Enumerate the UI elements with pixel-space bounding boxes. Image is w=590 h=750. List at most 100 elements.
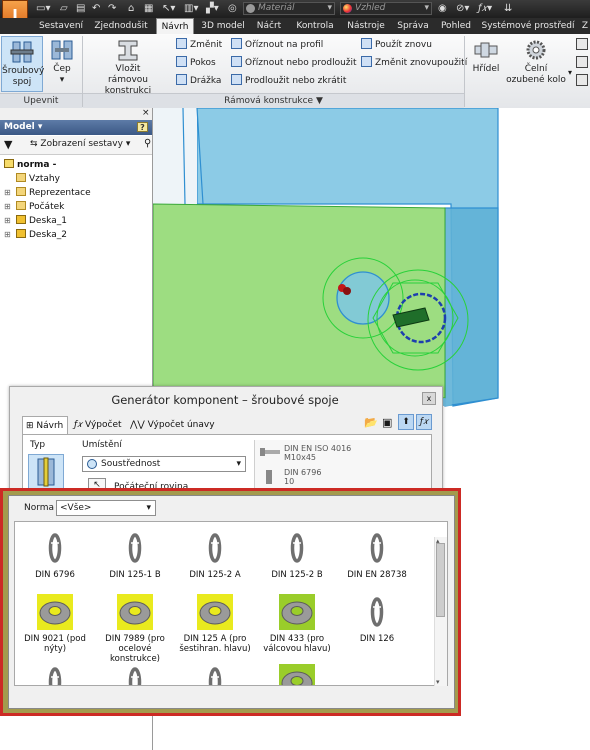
notch-button[interactable]: Drážka (176, 74, 221, 88)
washer-option[interactable]: DIN 125-2 B (257, 530, 337, 580)
assembly-view-dropdown[interactable]: ⇆ Zobrazení sestavy ▾ (30, 139, 130, 149)
shaft-button[interactable]: Hřídel (468, 38, 504, 90)
open-file-icon[interactable]: ▱ (60, 2, 68, 15)
undo-icon[interactable]: ↶ (92, 2, 100, 15)
placement-select[interactable]: Soustřednost ▾ (82, 456, 246, 472)
search-icon[interactable]: ⚲ (144, 138, 151, 149)
type-through-button[interactable] (28, 454, 64, 490)
tree-node[interactable]: ⊞ Počátek (4, 200, 150, 214)
update-icon[interactable]: ▦ (144, 2, 153, 15)
tab-sestaveni[interactable]: Sestavení (36, 18, 86, 34)
washer-option[interactable]: DIN 433 (pro válcovou hlavu) (257, 594, 337, 654)
color-override-icon[interactable]: ◉ (438, 2, 447, 15)
clear-override-icon[interactable]: ⊘▾ (456, 2, 469, 15)
tab-nacrt[interactable]: Náčrt (252, 18, 286, 34)
change-button[interactable]: Změnit (176, 38, 222, 52)
customize-quick-access-icon[interactable]: ⇊ (504, 2, 512, 15)
formula-icon[interactable]: ƒ𝑥 (416, 414, 432, 430)
tab-systemove-prostredi[interactable]: Systémové prostředí (480, 18, 576, 34)
new-file-icon[interactable]: ▭▾ (36, 2, 50, 15)
browser-close-icon[interactable]: × (142, 108, 150, 118)
washer-option[interactable]: DIN 126 (337, 594, 417, 644)
redo-icon[interactable]: ↷ (108, 2, 116, 15)
washer-option[interactable]: DIN 125-2 A (175, 530, 255, 580)
grip-point[interactable] (343, 287, 351, 295)
washer-option[interactable] (257, 664, 337, 685)
material-combo[interactable]: Materiál ▾ (243, 2, 335, 15)
bolted-connection-button[interactable]: Šroubový spoj (1, 36, 44, 92)
browser-header[interactable]: Model ▾ ? (0, 120, 152, 135)
spring-icon[interactable] (576, 56, 588, 68)
washer-option[interactable]: DIN 125 A (pro šestihran. hlavu) (175, 594, 255, 654)
color-icon[interactable]: ◎ (228, 2, 237, 15)
scroll-down-icon[interactable]: ▾ (436, 678, 440, 686)
parameters-icon[interactable]: ƒ𝑥▾ (478, 2, 492, 15)
tree-node[interactable]: ⊞ Deska_1 (4, 214, 150, 228)
reuse-label: Použít znovu (375, 40, 432, 50)
component-washer[interactable]: DIN 6796 10 (284, 468, 321, 486)
measure-icon[interactable]: ▥▾ (184, 2, 198, 15)
tab-zjednodusit[interactable]: Zjednodušit (90, 18, 152, 34)
model-tree: norma - Vztahy ⊞ Reprezentace ⊞ Počátek ⊞ Deska… (4, 158, 150, 242)
scrollbar-thumb[interactable] (436, 543, 445, 617)
save-template-icon[interactable]: ▣ (382, 416, 392, 429)
spur-gear-dropdown-icon[interactable]: ▾ (568, 68, 572, 77)
tab-nastroje[interactable]: Nástroje (344, 18, 388, 34)
washer-thumbnail-icon (117, 594, 153, 630)
washer-option[interactable]: DIN 7989 (pro ocelové konstrukce) (95, 594, 175, 664)
open-folder-icon[interactable]: 📂 (364, 416, 378, 429)
tab-calculation[interactable]: ƒ𝑥 Výpočet (74, 416, 128, 434)
tab-pohled[interactable]: Pohled (438, 18, 474, 34)
tree-node[interactable]: norma - (4, 158, 150, 172)
tree-node[interactable]: ⊞ Reprezentace (4, 186, 150, 200)
tab-design[interactable]: ⊞ Návrh (22, 416, 68, 434)
help-icon[interactable]: ? (137, 122, 148, 132)
insert-frame-button[interactable]: Vložit rámovou konstrukci (86, 38, 170, 96)
trim-extend-button[interactable]: Oříznout nebo prodloužit (231, 56, 357, 70)
dialog-title: Generátor komponent – šroubové spoje (111, 393, 339, 407)
expand-icon[interactable]: ⊞ (4, 228, 11, 242)
trim-to-frame-button[interactable]: Oříznout na profil (231, 38, 323, 52)
washer-option[interactable] (175, 664, 255, 685)
tab-sprava[interactable]: Správa (392, 18, 434, 34)
washer-option[interactable]: DIN EN 28738 (337, 530, 417, 580)
grid-scrollbar[interactable]: ▴ ▾ (434, 537, 447, 686)
miter-button[interactable]: Pokos (176, 56, 216, 70)
tab-3d-model[interactable]: 3D model (198, 18, 248, 34)
washer-option[interactable]: DIN 125-1 B (95, 530, 175, 580)
select-icon[interactable]: ↖▾ (162, 2, 175, 15)
home-icon[interactable]: ⌂ (128, 2, 134, 15)
bearing-icon[interactable] (576, 38, 588, 50)
change-icon (176, 38, 187, 49)
change-reuse-button[interactable]: Změnit znovupoužití (361, 56, 467, 70)
tree-node[interactable]: Vztahy (4, 172, 150, 186)
appearance-combo[interactable]: Vzhled ▾ (340, 2, 432, 15)
washer-option[interactable] (95, 664, 175, 685)
dialog-close-button[interactable]: x (422, 392, 436, 405)
filter-icon[interactable]: ▼ (4, 138, 12, 151)
reuse-button[interactable]: Použít znovu (361, 38, 432, 52)
workplane-icon[interactable]: ▞▾ (206, 2, 219, 15)
tab-fatigue[interactable]: ⋀⋁ Výpočet únavy materiálu (130, 416, 250, 448)
washer-option[interactable] (15, 664, 95, 685)
norm-select[interactable]: <Vše> ▾ (56, 500, 156, 516)
tab-overflow[interactable]: Z (580, 18, 590, 34)
key-connection-icon[interactable] (576, 74, 588, 86)
dropdown-arrow-icon: ▾ (327, 3, 332, 13)
panel-label-frame[interactable]: Rámová konstrukce ▼ (83, 93, 464, 108)
washer-option[interactable]: DIN 6796 (15, 530, 95, 580)
expand-icon[interactable]: ⊞ (4, 214, 11, 228)
pin-dropdown-icon: ▾ (59, 75, 65, 85)
save-icon[interactable]: ▤ (76, 2, 85, 15)
washer-option[interactable]: DIN 9021 (pod nýty) (15, 594, 95, 654)
component-bolt[interactable]: DIN EN ISO 4016 M10x45 (284, 444, 351, 462)
pin-button[interactable]: Čep ▾ (48, 38, 76, 90)
tab-kontrola[interactable]: Kontrola (292, 18, 338, 34)
tree-node[interactable]: ⊞ Deska_2 (4, 228, 150, 242)
tab-navrh[interactable]: Návrh (156, 18, 194, 34)
spur-gear-button[interactable]: Čelní ozubené kolo (506, 38, 566, 90)
expand-icon[interactable]: ⊞ (4, 186, 11, 200)
expand-icon[interactable]: ⊞ (4, 200, 11, 214)
export-icon[interactable]: ⬆ (398, 414, 414, 430)
lengthen-shorten-button[interactable]: Prodloužit nebo zkrátit (231, 74, 346, 88)
